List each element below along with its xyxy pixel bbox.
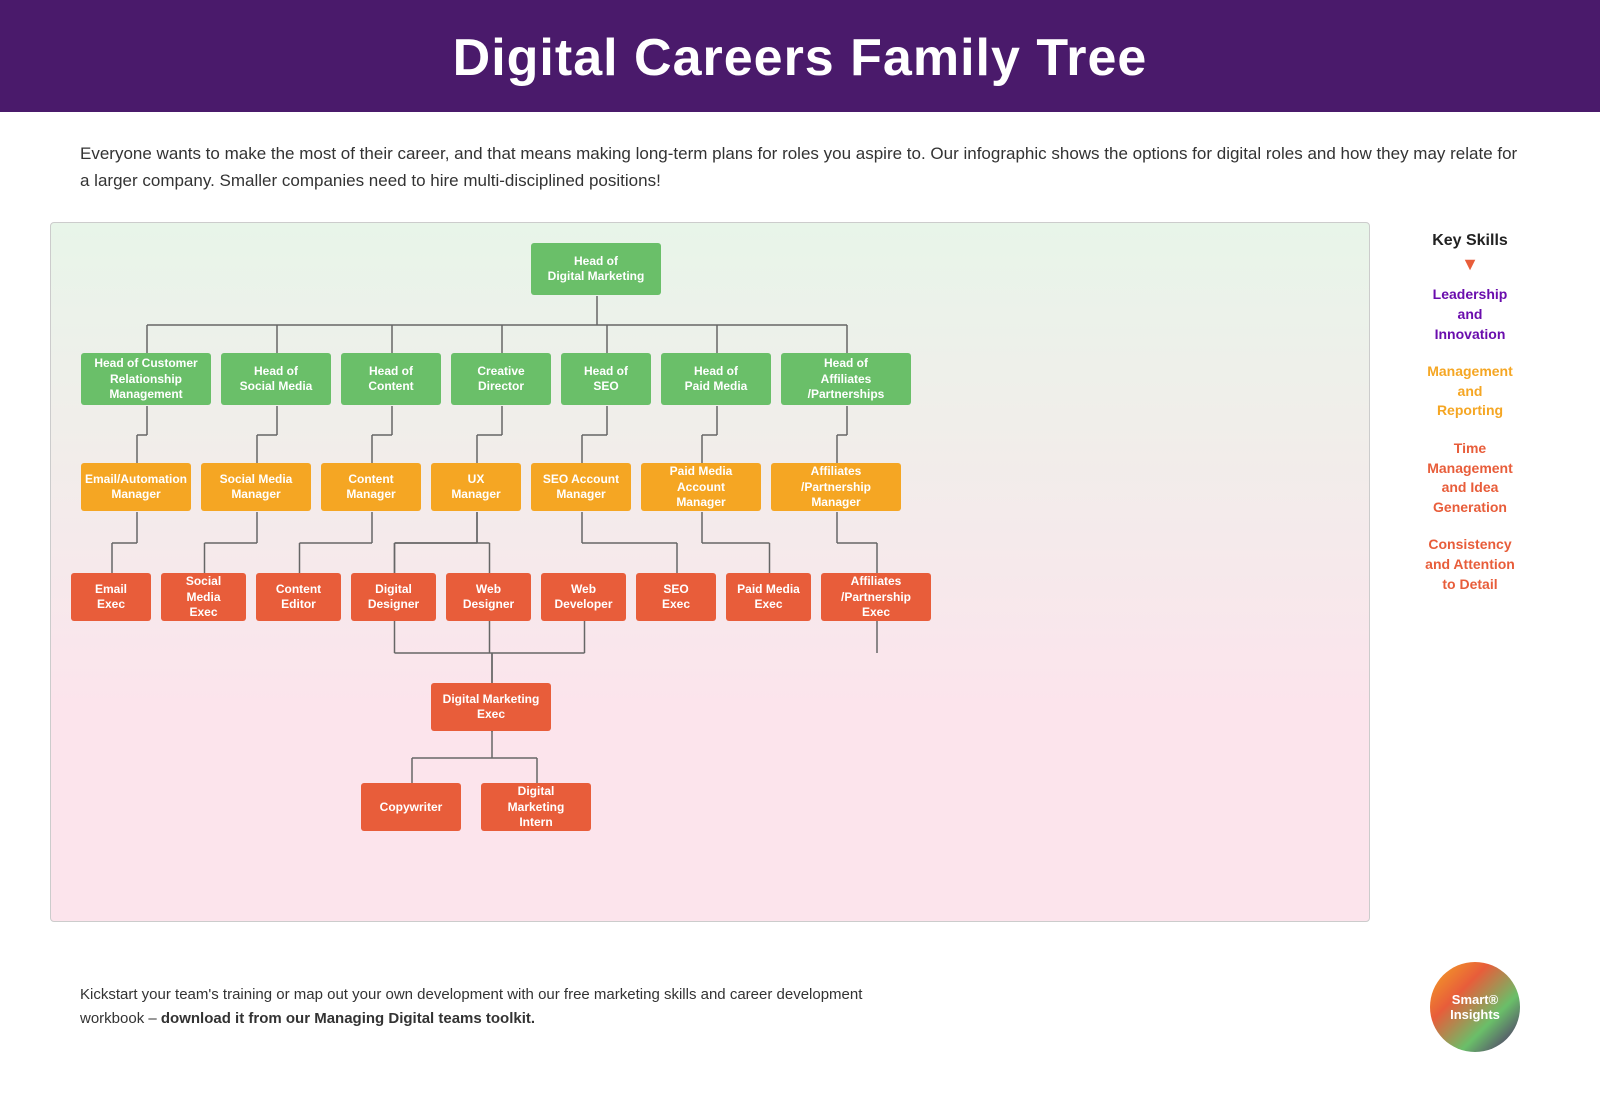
page-header: Digital Careers Family Tree — [0, 0, 1600, 112]
node-paid-media-exec: Paid MediaExec — [726, 573, 811, 621]
key-skill-4: Consistencyand Attentionto Detail — [1390, 535, 1550, 594]
node-digital-designer: DigitalDesigner — [351, 573, 436, 621]
node-digital-marketing-intern: Digital MarketingIntern — [481, 783, 591, 831]
node-social-media-mgr: Social MediaManager — [201, 463, 311, 511]
node-head-digital-marketing: Head ofDigital Marketing — [531, 243, 661, 295]
node-affiliates-partner-mgr: Affiliates /PartnershipManager — [771, 463, 901, 511]
page-title: Digital Careers Family Tree — [0, 28, 1600, 88]
key-skills-arrow: ▼ — [1390, 254, 1550, 275]
node-email-automation-mgr: Email/AutomationManager — [81, 463, 191, 511]
node-ux-mgr: UXManager — [431, 463, 521, 511]
logo-text: Smart®Insights — [1450, 992, 1500, 1023]
node-digital-marketing-exec: Digital MarketingExec — [431, 683, 551, 731]
footer-text: Kickstart your team's training or map ou… — [80, 983, 880, 1031]
node-email-exec: EmailExec — [71, 573, 151, 621]
node-content-editor: ContentEditor — [256, 573, 341, 621]
node-head-social: Head ofSocial Media — [221, 353, 331, 405]
tree-lines — [51, 223, 1369, 921]
smart-insights-logo: Smart®Insights — [1430, 962, 1520, 1052]
intro-text: Everyone wants to make the most of their… — [0, 112, 1600, 212]
node-web-designer: WebDesigner — [446, 573, 531, 621]
footer: Kickstart your team's training or map ou… — [0, 942, 1600, 1072]
node-social-exec: Social MediaExec — [161, 573, 246, 621]
key-skills-title: Key Skills — [1390, 232, 1550, 250]
key-skill-2: ManagementandReporting — [1390, 362, 1550, 421]
node-creative-director: CreativeDirector — [451, 353, 551, 405]
key-skills-panel: Key Skills ▼ LeadershipandInnovation Man… — [1370, 222, 1570, 922]
org-tree: Head ofDigital Marketing Head of Custome… — [50, 222, 1370, 922]
node-seo-exec: SEOExec — [636, 573, 716, 621]
node-paid-media-account-mgr: Paid Media AccountManager — [641, 463, 761, 511]
node-copywriter: Copywriter — [361, 783, 461, 831]
node-head-crm: Head of CustomerRelationship Management — [81, 353, 211, 405]
node-head-content: Head ofContent — [341, 353, 441, 405]
node-head-paid-media: Head ofPaid Media — [661, 353, 771, 405]
node-content-mgr: ContentManager — [321, 463, 421, 511]
key-skill-1: LeadershipandInnovation — [1390, 285, 1550, 344]
footer-bold-text: download it from our Managing Digital te… — [161, 1010, 535, 1027]
node-affiliates-partner-exec: Affiliates /PartnershipExec — [821, 573, 931, 621]
node-head-seo: Head ofSEO — [561, 353, 651, 405]
key-skill-3: TimeManagementand IdeaGeneration — [1390, 439, 1550, 517]
node-web-developer: WebDeveloper — [541, 573, 626, 621]
node-head-affiliates: Head ofAffiliates /Partnerships — [781, 353, 911, 405]
main-content: Head ofDigital Marketing Head of Custome… — [0, 212, 1600, 942]
node-seo-account-mgr: SEO AccountManager — [531, 463, 631, 511]
